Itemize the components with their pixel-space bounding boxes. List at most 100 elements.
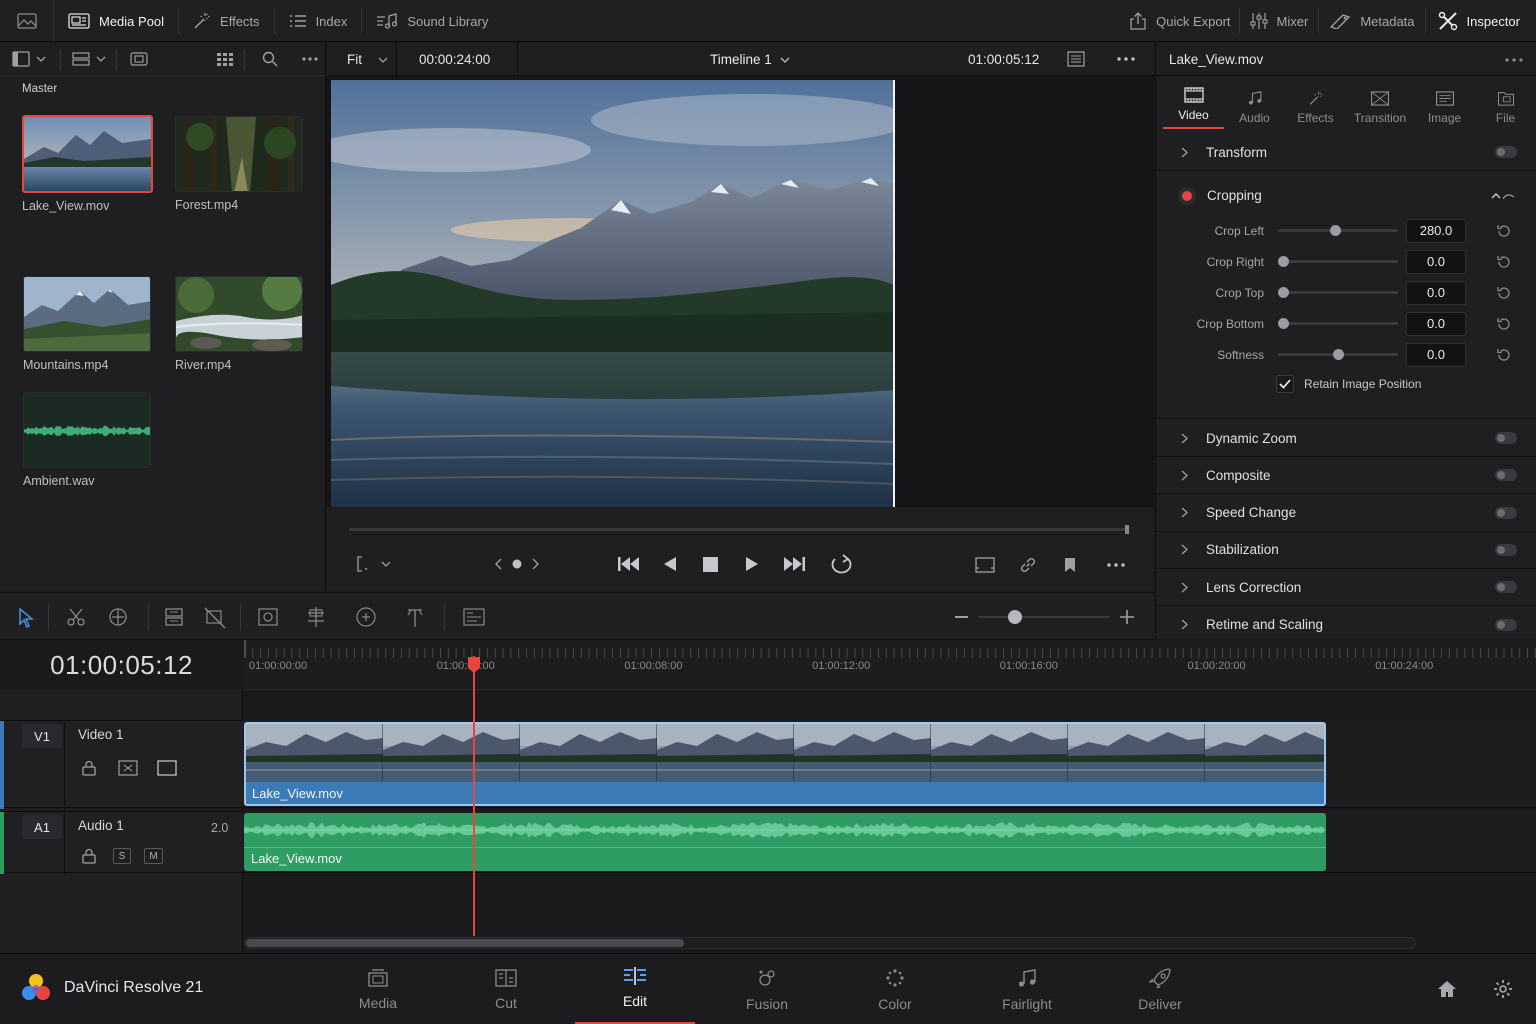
play-reverse-button[interactable] — [663, 556, 677, 572]
home-icon[interactable] — [1437, 980, 1457, 998]
thumbnail-view-button[interactable] — [216, 51, 234, 67]
lock-icon[interactable] — [82, 760, 96, 776]
index-button[interactable]: Index — [275, 0, 362, 42]
section-toggle[interactable] — [1495, 581, 1517, 594]
blade-tool[interactable] — [66, 607, 86, 627]
transform-toggle[interactable] — [1495, 146, 1517, 158]
media-clip-river[interactable]: River.mp4 — [175, 276, 303, 372]
crop-bottom-slider[interactable] — [1278, 318, 1398, 329]
section-lens-correction[interactable]: Lens Correction — [1156, 569, 1536, 607]
solo-button[interactable]: S — [113, 848, 131, 864]
section-cropping[interactable]: Cropping — [1156, 177, 1536, 214]
zoom-knob[interactable] — [1007, 610, 1022, 624]
media-clip-mountains[interactable]: Mountains.mp4 — [23, 276, 151, 372]
loop-button[interactable] — [829, 553, 855, 575]
timeline-selector[interactable]: Timeline 1 — [710, 43, 790, 76]
playhead-handle-icon[interactable] — [467, 656, 481, 674]
zoom-out-button[interactable] — [955, 616, 968, 618]
crop-bottom-input[interactable]: 0.0 — [1406, 311, 1466, 336]
viewer-options-button[interactable] — [1067, 51, 1085, 67]
metadata-button[interactable]: Metadata — [1319, 0, 1424, 42]
tab-image[interactable]: Image — [1414, 81, 1475, 125]
track-id-v1[interactable]: V1 — [22, 724, 62, 748]
scrubber-bar[interactable] — [349, 528, 1129, 531]
page-edit[interactable]: Edit — [575, 954, 695, 1024]
track-id-a1[interactable]: A1 — [22, 815, 62, 839]
safe-area-button[interactable] — [975, 557, 995, 573]
video-track-name[interactable]: Video 1 — [78, 727, 124, 742]
linked-selection-button[interactable] — [305, 606, 327, 628]
stop-button[interactable] — [703, 557, 718, 572]
retain-image-position-checkbox[interactable]: Retain Image Position — [1276, 375, 1421, 393]
quick-export-button[interactable]: Quick Export — [1121, 0, 1238, 42]
section-toggle[interactable] — [1495, 506, 1517, 519]
disable-clip-button[interactable] — [204, 607, 226, 629]
timeline-zoom-slider[interactable] — [978, 610, 1110, 624]
more-icon[interactable] — [1505, 58, 1523, 62]
track-visibility-icon[interactable] — [157, 760, 177, 776]
go-to-start-button[interactable] — [617, 556, 641, 572]
timeline-view-options-button[interactable] — [463, 608, 485, 626]
section-transform[interactable]: Transform — [1156, 134, 1536, 171]
fit-mode-button[interactable] — [357, 556, 391, 572]
metadata-view-button[interactable] — [130, 51, 148, 67]
section-composite[interactable]: Composite — [1156, 457, 1536, 495]
section-speed-change[interactable]: Speed Change — [1156, 495, 1536, 532]
media-pool-button[interactable]: Media Pool — [54, 0, 178, 42]
mixer-button[interactable]: Mixer — [1240, 0, 1319, 42]
lock-icon[interactable] — [82, 848, 96, 864]
page-deliver[interactable]: Deliver — [1100, 954, 1220, 1024]
reset-icon[interactable] — [1496, 347, 1512, 363]
jog-control[interactable] — [494, 558, 540, 570]
video-track-header[interactable]: V1 Video 1 — [0, 720, 243, 809]
page-cut[interactable]: Cut — [446, 954, 566, 1024]
effects-button[interactable]: Effects — [179, 0, 274, 42]
go-to-end-button[interactable] — [782, 556, 806, 572]
reset-icon[interactable] — [1496, 223, 1512, 239]
view-mode-button[interactable] — [72, 51, 106, 67]
transport-more-button[interactable] — [1107, 563, 1125, 567]
tab-effects[interactable]: Effects — [1285, 81, 1346, 125]
inspector-button[interactable]: Inspector — [1426, 0, 1526, 42]
page-color[interactable]: Color — [835, 954, 955, 1024]
settings-gear-icon[interactable] — [1493, 979, 1513, 999]
section-toggle[interactable] — [1495, 469, 1517, 482]
pool-more-button[interactable] — [302, 57, 318, 61]
viewer-image[interactable] — [331, 80, 895, 507]
trim-tool[interactable] — [107, 607, 129, 627]
softness-slider[interactable] — [1278, 349, 1398, 360]
page-media[interactable]: Media — [318, 954, 438, 1024]
reset-icon[interactable] — [1496, 254, 1512, 270]
viewer-more-button[interactable] — [1117, 57, 1135, 61]
snapping-button[interactable] — [257, 607, 279, 627]
link-button[interactable] — [1019, 556, 1037, 574]
position-lock-button[interactable] — [355, 606, 377, 628]
collapse-icon[interactable] — [1491, 191, 1515, 201]
mute-button[interactable]: M — [144, 848, 163, 864]
crop-right-input[interactable]: 0.0 — [1406, 249, 1466, 274]
timeline-ruler[interactable]: 01:00:00:00 01:00:04:00 01:00:08:00 01:00:1… — [243, 640, 1536, 690]
zoom-dropdown[interactable]: Fit — [347, 43, 388, 76]
tab-transition[interactable]: Transition — [1346, 81, 1414, 125]
zoom-in-icon[interactable] — [1120, 610, 1134, 624]
tab-video[interactable]: Video — [1163, 77, 1224, 129]
section-toggle[interactable] — [1495, 543, 1517, 556]
section-toggle[interactable] — [1495, 432, 1517, 444]
media-clip-ambient[interactable]: Ambient.wav — [23, 392, 151, 488]
audio-clip[interactable]: Lake_View.mov — [244, 813, 1326, 871]
page-fairlight[interactable]: Fairlight — [967, 954, 1087, 1024]
play-button[interactable] — [745, 556, 759, 572]
crop-top-input[interactable]: 0.0 — [1406, 280, 1466, 305]
reset-icon[interactable] — [1496, 316, 1512, 332]
crop-left-slider[interactable] — [1278, 225, 1398, 236]
bin-list-toggle[interactable] — [12, 51, 46, 67]
scrollbar-thumb[interactable] — [246, 939, 684, 947]
timeline-scrollbar[interactable] — [244, 937, 1416, 949]
sound-library-button[interactable]: Sound Library — [362, 0, 502, 42]
flag-button[interactable] — [404, 606, 426, 628]
page-fusion[interactable]: Fusion — [707, 954, 827, 1024]
softness-input[interactable]: 0.0 — [1406, 342, 1466, 367]
selection-tool[interactable] — [18, 608, 34, 628]
media-clip-lake[interactable]: Lake_View.mov — [22, 115, 153, 213]
audio-track-name[interactable]: Audio 1 — [78, 818, 124, 833]
